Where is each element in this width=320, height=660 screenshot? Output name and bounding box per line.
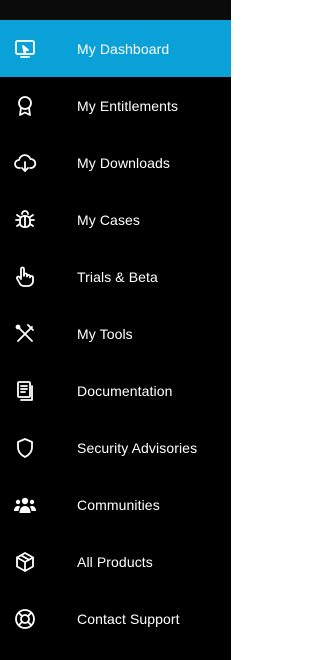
shield-icon (12, 435, 38, 461)
sidebar-item-label: My Downloads (77, 154, 171, 171)
sidebar-item-contact-support[interactable]: Contact Support (0, 590, 231, 647)
sidebar-item-label: Trials & Beta (77, 268, 158, 285)
sidebar-nav: My Dashboard My Entitlements My Download… (0, 20, 231, 647)
sidebar-item-documentation[interactable]: Documentation (0, 362, 231, 419)
sidebar-item-communities[interactable]: Communities (0, 476, 231, 533)
sidebar-item-label: Contact Support (77, 610, 180, 627)
sidebar-item-my-entitlements[interactable]: My Entitlements (0, 77, 231, 134)
lifebuoy-icon (12, 606, 38, 632)
sidebar-item-label: My Cases (77, 211, 141, 228)
monitor-cursor-icon (12, 36, 38, 62)
sidebar-item-all-products[interactable]: All Products (0, 533, 231, 590)
sidebar-item-my-dashboard[interactable]: My Dashboard (0, 20, 231, 77)
tools-icon (12, 321, 38, 347)
bug-icon (12, 207, 38, 233)
sidebar-item-label: My Dashboard (77, 40, 170, 57)
documents-icon (12, 378, 38, 404)
sidebar-item-trials-beta[interactable]: Trials & Beta (0, 248, 231, 305)
sidebar-top-strip (0, 0, 231, 20)
sidebar-item-label: Security Advisories (77, 439, 198, 456)
pointer-hand-icon (12, 264, 38, 290)
page-background (231, 0, 241, 660)
award-ribbon-icon (12, 93, 38, 119)
sidebar-item-label: Communities (77, 496, 160, 513)
cloud-download-icon (12, 150, 38, 176)
sidebar-item-my-tools[interactable]: My Tools (0, 305, 231, 362)
sidebar-item-security-advisories[interactable]: Security Advisories (0, 419, 231, 476)
sidebar: My Dashboard My Entitlements My Download… (0, 0, 231, 660)
sidebar-item-label: Documentation (77, 382, 173, 399)
sidebar-item-my-cases[interactable]: My Cases (0, 191, 231, 248)
sidebar-item-label: All Products (77, 553, 153, 570)
cube-icon (12, 549, 38, 575)
people-group-icon (12, 492, 38, 518)
sidebar-item-my-downloads[interactable]: My Downloads (0, 134, 231, 191)
sidebar-item-label: My Entitlements (77, 97, 179, 114)
sidebar-item-label: My Tools (77, 325, 133, 342)
